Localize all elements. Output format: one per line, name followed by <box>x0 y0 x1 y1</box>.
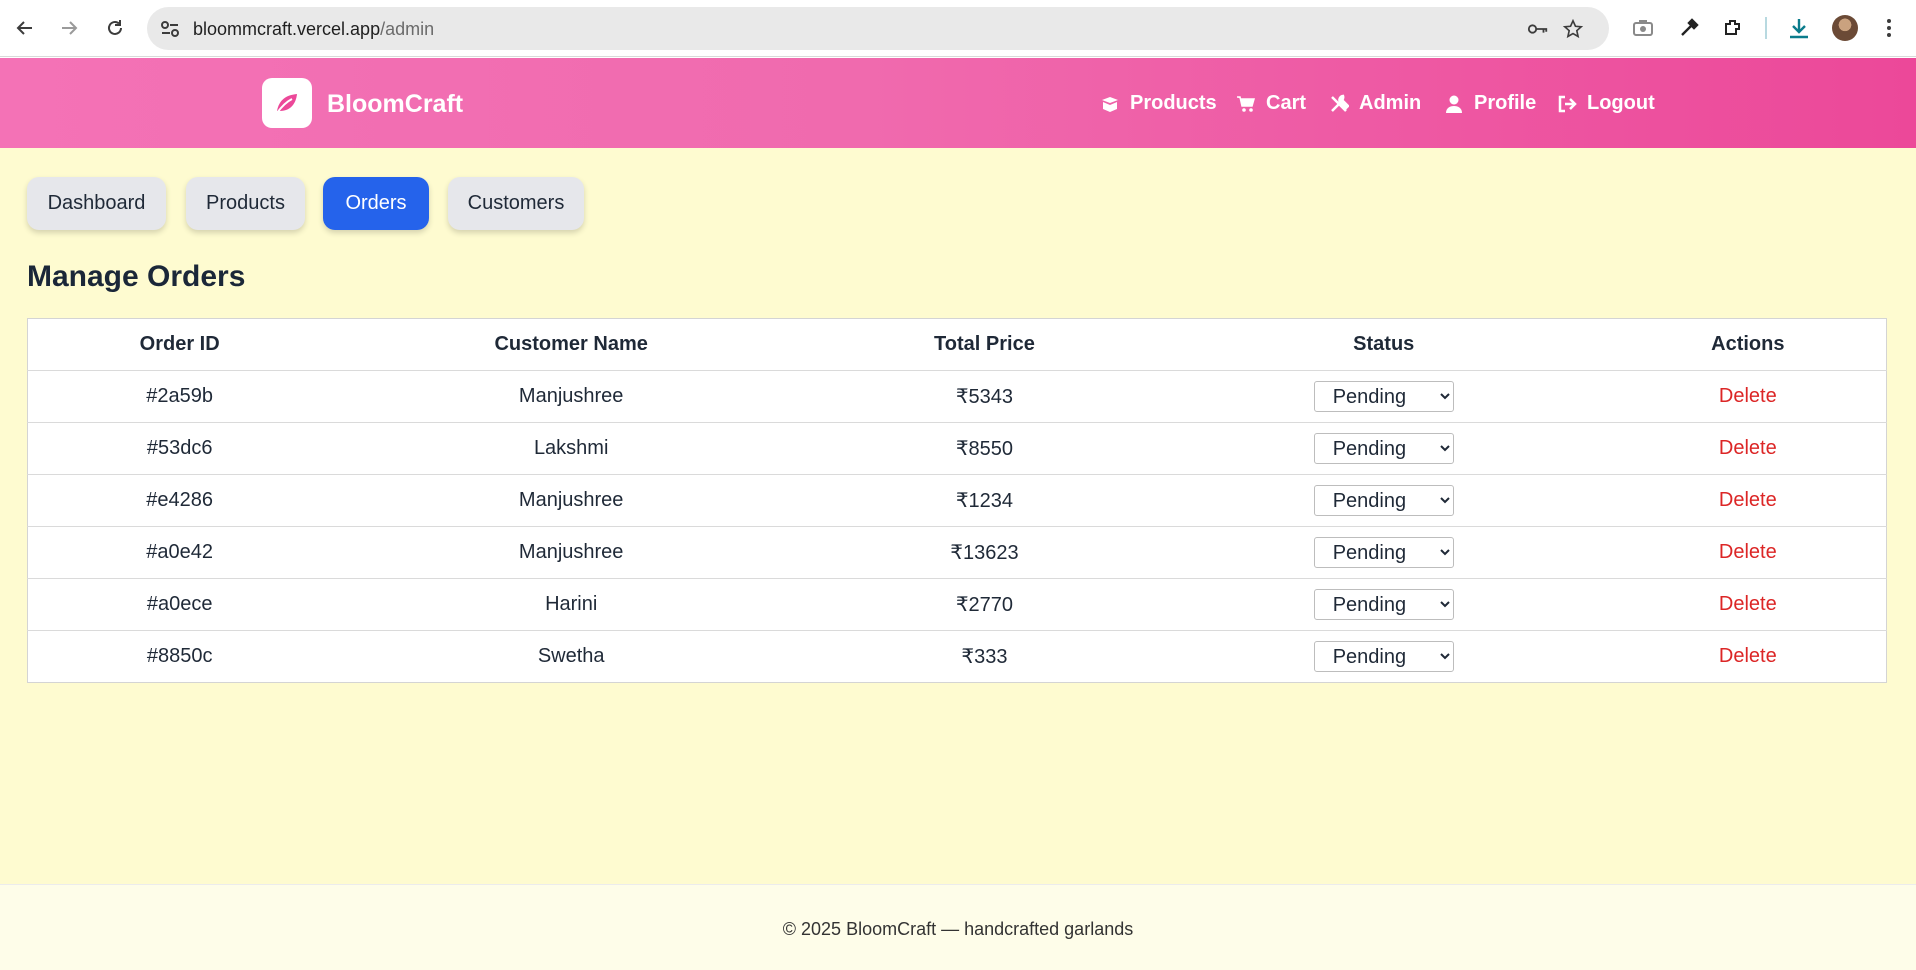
order-id-cell: #a0e42 <box>27 526 332 579</box>
more-menu-icon[interactable] <box>1877 16 1901 40</box>
delete-button[interactable]: Delete <box>1719 385 1777 407</box>
tools-icon <box>1331 94 1349 112</box>
site-settings-icon[interactable] <box>159 18 181 40</box>
box-open-icon <box>1102 96 1118 112</box>
customer-name-cell: Manjushree <box>331 370 812 423</box>
table-row: #8850c Swetha ₹333 Pending Delete <box>28 631 1887 683</box>
status-cell: Pending <box>1157 474 1610 527</box>
total-price-cell: ₹2770 <box>811 578 1158 631</box>
cart-icon <box>1237 95 1255 112</box>
nav-logout[interactable]: Logout <box>1557 92 1655 115</box>
order-id-cell: #a0ece <box>27 578 332 631</box>
column-header-customer: Customer Name <box>331 318 812 371</box>
nav-logout-label: Logout <box>1587 92 1655 114</box>
orders-table: Order ID Customer Name Total Price Statu… <box>27 318 1887 683</box>
table-header-row: Order ID Customer Name Total Price Statu… <box>27 318 1887 371</box>
status-cell: Pending <box>1157 526 1610 579</box>
total-price-cell: ₹333 <box>961 646 1008 668</box>
delete-button[interactable]: Delete <box>1719 541 1777 563</box>
table-row: #e4286 Manjushree ₹1234 Pending Delete <box>27 474 1887 527</box>
status-select[interactable]: Pending <box>1313 381 1454 412</box>
total-price-cell: ₹1234 <box>811 474 1158 527</box>
customer-name-cell: Lakshmi <box>331 422 812 475</box>
nav-products-label: Products <box>1130 92 1217 114</box>
order-id-cell: #2a59b <box>27 370 332 423</box>
tab-products[interactable]: Products <box>186 177 305 230</box>
admin-main: Dashboard Products Orders Customers Mana… <box>0 148 1916 884</box>
table-row: #a0ece Harini ₹2770 Pending Delete <box>27 578 1887 631</box>
delete-button[interactable]: Delete <box>1719 437 1777 459</box>
reload-icon[interactable] <box>101 14 129 42</box>
brand-logo[interactable] <box>262 78 312 128</box>
delete-button[interactable]: Delete <box>1719 489 1777 511</box>
nav-cart[interactable]: Cart <box>1236 92 1306 115</box>
order-id-cell: #e4286 <box>27 474 332 527</box>
column-header-total: Total Price <box>811 318 1158 371</box>
actions-cell: Delete <box>1609 526 1887 579</box>
status-cell: Pending <box>1158 631 1610 683</box>
nav-profile-label: Profile <box>1474 92 1537 114</box>
delete-button[interactable]: Delete <box>1719 645 1777 667</box>
status-select[interactable]: Pending <box>1313 589 1454 620</box>
app-header: BloomCraft Products Cart Admin Profile L… <box>0 58 1916 148</box>
tab-customers[interactable]: Customers <box>448 177 584 230</box>
camera-icon[interactable] <box>1631 16 1655 40</box>
tab-orders[interactable]: Orders <box>323 177 429 230</box>
table-row: #2a59b Manjushree ₹5343 Pending Delete <box>27 370 1887 423</box>
nav-products[interactable]: Products <box>1100 92 1217 115</box>
total-price-cell: ₹8550 <box>811 422 1158 475</box>
actions-cell: Delete <box>1610 631 1887 683</box>
toolbar-divider <box>1765 17 1767 39</box>
forward-icon[interactable] <box>55 14 83 42</box>
actions-cell: Delete <box>1609 422 1887 475</box>
total-price-cell: ₹5343 <box>811 370 1158 423</box>
status-cell: Pending <box>1157 422 1610 475</box>
bookmark-star-icon[interactable] <box>1562 19 1584 39</box>
status-select[interactable]: Pending <box>1313 485 1454 516</box>
tab-dashboard[interactable]: Dashboard <box>27 177 166 230</box>
page-title: Manage Orders <box>27 260 246 293</box>
footer-text: © 2025 BloomCraft — handcrafted garlands <box>782 919 1134 939</box>
page-footer: © 2025 BloomCraft — handcrafted garlands <box>0 884 1916 970</box>
brand-name[interactable]: BloomCraft <box>327 90 463 119</box>
table-row: #53dc6 Lakshmi ₹8550 Pending Delete <box>27 422 1887 475</box>
customer-name-cell: Manjushree <box>331 474 812 527</box>
nav-cart-label: Cart <box>1266 92 1307 114</box>
order-id-cell: #8850c <box>146 645 213 667</box>
download-icon[interactable] <box>1787 16 1811 40</box>
browser-toolbar: bloommcraft.vercel.app/admin <box>0 0 1916 57</box>
column-header-status: Status <box>1157 318 1610 371</box>
column-header-order-id: Order ID <box>27 318 332 371</box>
actions-cell: Delete <box>1609 370 1887 423</box>
eyedropper-icon[interactable] <box>1677 16 1701 40</box>
customer-name-cell: Harini <box>331 578 812 631</box>
order-id-cell: #53dc6 <box>27 422 332 475</box>
url-text: bloommcraft.vercel.app/admin <box>193 19 435 39</box>
nav-admin[interactable]: Admin <box>1329 92 1421 115</box>
table-row: #a0e42 Manjushree ₹13623 Pending Delete <box>27 526 1887 579</box>
delete-button[interactable]: Delete <box>1719 593 1777 615</box>
status-cell: Pending <box>1157 578 1610 631</box>
nav-admin-label: Admin <box>1359 92 1422 114</box>
status-cell: Pending <box>1157 370 1610 423</box>
status-select[interactable]: Pending <box>1313 641 1454 672</box>
customer-name-cell: Swetha <box>537 645 605 667</box>
user-icon <box>1446 95 1462 113</box>
leaf-icon <box>276 94 297 114</box>
total-price-cell: ₹13623 <box>811 526 1158 579</box>
column-header-actions: Actions <box>1609 318 1887 371</box>
profile-avatar[interactable] <box>1832 15 1858 41</box>
actions-cell: Delete <box>1609 474 1887 527</box>
back-icon[interactable] <box>11 14 39 42</box>
customer-name-cell: Manjushree <box>331 526 812 579</box>
key-icon[interactable] <box>1527 19 1549 39</box>
actions-cell: Delete <box>1609 578 1887 631</box>
status-select[interactable]: Pending <box>1313 433 1454 464</box>
extensions-icon[interactable] <box>1721 16 1745 40</box>
address-bar[interactable]: bloommcraft.vercel.app/admin <box>147 7 1609 50</box>
logout-icon <box>1558 95 1577 112</box>
status-select[interactable]: Pending <box>1313 537 1454 568</box>
nav-profile[interactable]: Profile <box>1444 92 1536 115</box>
